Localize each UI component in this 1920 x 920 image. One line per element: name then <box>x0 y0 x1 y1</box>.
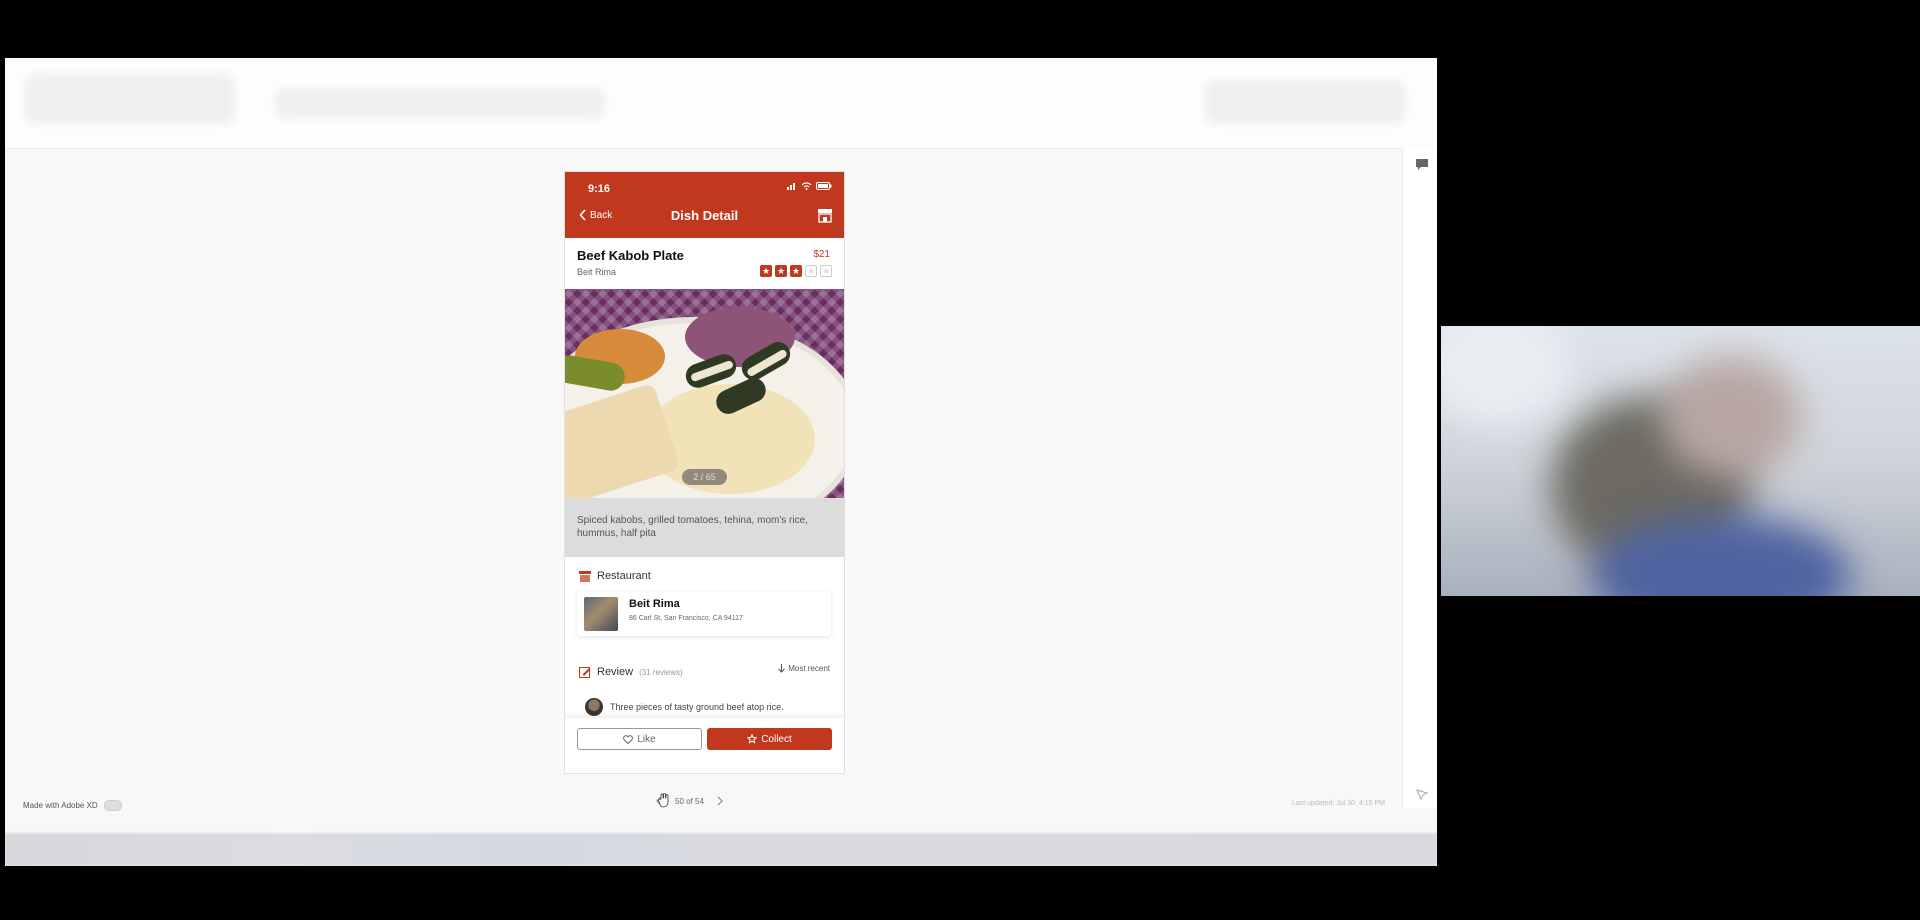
star-icon: ★ <box>805 265 817 277</box>
action-bar: Like Collect <box>565 718 844 773</box>
review-item[interactable]: Three pieces of tasty ground beef atop r… <box>585 698 784 716</box>
review-text: Three pieces of tasty ground beef atop r… <box>610 702 784 712</box>
pager-count: 50 of 54 <box>675 796 704 806</box>
star-icon: ★ <box>790 265 802 277</box>
sort-control[interactable]: Most recent <box>778 664 830 673</box>
phone-header: 9:16 Back Dish Detail <box>565 172 844 238</box>
dish-restaurant: Beit Rima <box>577 267 617 277</box>
like-button[interactable]: Like <box>577 728 702 750</box>
star-outline-icon <box>747 734 758 744</box>
star-icon: ★ <box>760 265 772 277</box>
status-icons <box>787 182 832 190</box>
review-section-title: Review <box>597 666 634 678</box>
description-text: Spiced kabobs, grilled tomatoes, tehina,… <box>577 515 808 539</box>
dish-photo[interactable]: 2 / 65 <box>565 289 844 498</box>
arrow-down-icon <box>778 664 786 673</box>
phone-artboard: 9:16 Back Dish Detail Beef Kabob Plate B… <box>564 171 845 774</box>
last-updated: Last updated: Jul 30, 4:15 PM <box>1291 800 1385 807</box>
collect-label: Collect <box>761 733 792 745</box>
restaurant-card[interactable]: Beit Rima 86 Carl St, San Francisco, CA … <box>577 592 831 636</box>
viewer-topbar <box>5 58 1437 149</box>
review-section-header: Review (31 reviews) <box>579 666 683 678</box>
next-screen-icon[interactable] <box>716 796 724 806</box>
reviewer-avatar <box>585 698 603 716</box>
star-rating: ★ ★ ★ ★ ★ <box>760 265 832 277</box>
made-with-toggle[interactable] <box>103 800 122 811</box>
hand-cursor-icon <box>658 793 669 808</box>
review-count: (31 reviews) <box>639 667 683 677</box>
store-icon <box>579 570 591 582</box>
battery-icon <box>816 182 832 190</box>
photo-counter: 2 / 65 <box>682 469 727 485</box>
restaurant-address: 86 Carl St, San Francisco, CA 94117 <box>629 615 743 622</box>
collect-button[interactable]: Collect <box>707 728 832 750</box>
like-label: Like <box>637 733 656 745</box>
restaurant-section-header: Restaurant <box>579 570 651 582</box>
screen-title: Dish Detail <box>670 208 739 223</box>
comment-icon[interactable] <box>1415 158 1429 172</box>
store-icon[interactable] <box>817 208 833 223</box>
signal-icon <box>787 183 795 190</box>
prototype-viewer: Made with Adobe XD 50 of 54 Last updated… <box>5 58 1437 866</box>
restaurant-section-title: Restaurant <box>597 570 651 582</box>
edit-icon <box>579 667 591 678</box>
participant-video-tile <box>1441 326 1920 596</box>
dish-name: Beef Kabob Plate <box>577 248 684 263</box>
star-icon: ★ <box>775 265 787 277</box>
blurred-taskbar <box>5 833 1437 866</box>
sort-label: Most recent <box>788 664 830 673</box>
blurred-header-left <box>25 74 235 124</box>
star-icon: ★ <box>820 265 832 277</box>
dish-description: Spiced kabobs, grilled tomatoes, tehina,… <box>565 498 844 557</box>
restaurant-name: Beit Rima <box>629 598 680 610</box>
blurred-header-right <box>1205 80 1405 124</box>
blurred-face-shape <box>1661 356 1801 476</box>
blurred-background-shape <box>1441 326 1571 426</box>
pin-icon[interactable] <box>1415 788 1429 802</box>
made-with-text: Made with Adobe XD <box>23 801 98 810</box>
made-with-label: Made with Adobe XD <box>23 800 122 811</box>
dish-price: $21 <box>813 249 830 260</box>
wifi-icon <box>801 182 812 190</box>
heart-icon <box>623 734 634 744</box>
blurred-header-center <box>275 88 605 118</box>
viewer-right-rail <box>1402 148 1437 808</box>
restaurant-thumbnail <box>584 597 618 631</box>
status-time: 9:16 <box>588 183 611 195</box>
